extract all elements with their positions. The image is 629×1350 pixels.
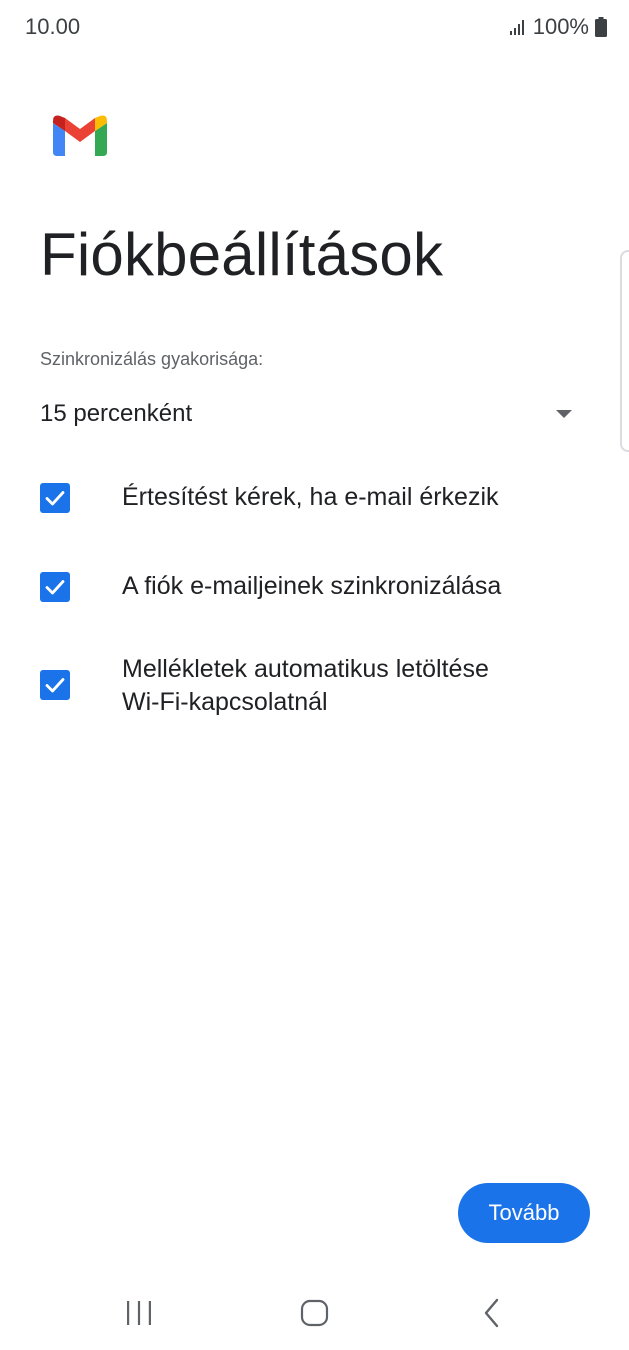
checkmark-icon	[45, 580, 65, 595]
scroll-indicator[interactable]	[620, 250, 629, 452]
sync-frequency-label: Szinkronizálás gyakorisága:	[40, 349, 264, 369]
battery-percent: 100%	[532, 14, 589, 39]
checkmark-icon	[45, 678, 65, 693]
page-title: Fiókbeállítások	[40, 221, 444, 288]
auto-download-label-line1: Mellékletek automatikus letöltése	[122, 655, 489, 683]
sync-frequency-value: 15 percenként	[40, 400, 193, 427]
status-bar: 10.00 100%	[0, 0, 629, 54]
auto-download-label-line2: Wi-Fi-kapcsolatnál	[122, 688, 328, 716]
option-auto-download[interactable]: Mellékletek automatikus letöltése Wi-Fi-…	[40, 655, 600, 719]
gmail-logo	[53, 115, 107, 156]
notify-checkbox[interactable]	[40, 483, 70, 513]
navigation-bar	[0, 1272, 629, 1350]
sync-email-checkbox[interactable]	[40, 572, 70, 602]
status-right: 100%	[509, 14, 607, 40]
sync-frequency-select[interactable]: 15 percenként	[40, 394, 580, 434]
status-time: 10.00	[25, 14, 81, 39]
auto-download-checkbox[interactable]	[40, 670, 70, 700]
back-icon[interactable]	[481, 1298, 503, 1328]
next-button[interactable]: Tovább	[458, 1183, 590, 1243]
battery-icon	[595, 17, 607, 37]
home-icon[interactable]	[300, 1299, 330, 1327]
auto-download-label: Mellékletek automatikus letöltése Wi-Fi-…	[122, 653, 489, 719]
notify-label: Értesítést kérek, ha e-mail érkezik	[122, 483, 499, 511]
sync-email-label: A fiók e-mailjeinek szinkronizálása	[122, 572, 502, 600]
recents-icon[interactable]	[124, 1300, 154, 1326]
signal-icon	[509, 20, 524, 35]
option-notify[interactable]: Értesítést kérek, ha e-mail érkezik	[40, 483, 600, 514]
dropdown-arrow-icon	[556, 410, 572, 418]
checkmark-icon	[45, 491, 65, 506]
option-sync-email[interactable]: A fiók e-mailjeinek szinkronizálása	[40, 572, 600, 603]
